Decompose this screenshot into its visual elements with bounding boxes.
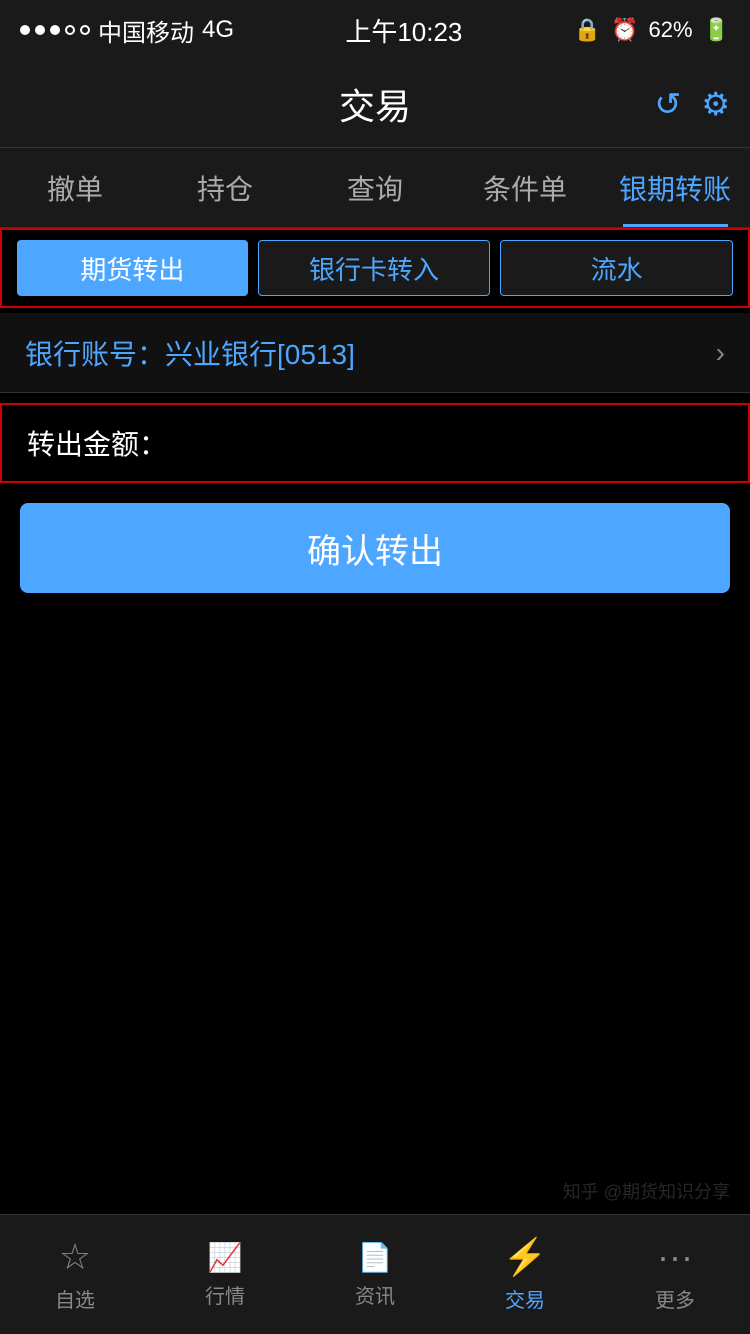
dot4 bbox=[65, 25, 75, 35]
watermark: 知乎 @期货知识分享 bbox=[563, 1178, 730, 1204]
bank-account-label: 银行账号：兴业银行[0513] bbox=[25, 333, 355, 373]
page-title: 交易 bbox=[339, 78, 411, 130]
amount-label: 转出金额： bbox=[27, 423, 167, 463]
network-label: 4G bbox=[202, 16, 234, 44]
subtab-流水[interactable]: 流水 bbox=[500, 240, 733, 296]
tab-银期转账[interactable]: 银期转账 bbox=[600, 148, 750, 227]
dot1 bbox=[20, 25, 30, 35]
news-label: 资讯 bbox=[355, 1280, 395, 1309]
alarm-icon: ⏰ bbox=[611, 17, 638, 43]
more-label: 更多 bbox=[655, 1284, 695, 1313]
title-bar: 交易 ↺ ⚙ bbox=[0, 60, 750, 148]
carrier-label: 中国移动 bbox=[98, 13, 194, 48]
tab-持仓[interactable]: 持仓 bbox=[150, 148, 300, 227]
subtab-期货转出[interactable]: 期货转出 bbox=[17, 240, 248, 296]
watchlist-label: 自选 bbox=[55, 1284, 95, 1313]
dot5 bbox=[80, 25, 90, 35]
main-content: 银行账号：兴业银行[0513] › 转出金额： 确认转出 bbox=[0, 313, 750, 593]
confirm-transfer-button[interactable]: 确认转出 bbox=[20, 503, 730, 593]
bottom-navigation: ☆ 自选 📈 行情 📄 资讯 ⚡ 交易 ··· 更多 bbox=[0, 1214, 750, 1334]
tab-撤单[interactable]: 撤单 bbox=[0, 148, 150, 227]
status-right: 🔒 ⏰ 62% 🔋 bbox=[574, 17, 730, 43]
watchlist-icon: ☆ bbox=[59, 1236, 91, 1278]
amount-input[interactable] bbox=[167, 427, 723, 459]
title-actions: ↺ ⚙ bbox=[655, 85, 731, 123]
bottom-item-更多[interactable]: ··· 更多 bbox=[600, 1215, 750, 1334]
main-nav: 撤单 持仓 查询 条件单 银期转账 bbox=[0, 148, 750, 228]
sub-tab-container: 期货转出 银行卡转入 流水 bbox=[0, 228, 750, 308]
market-icon: 📈 bbox=[208, 1241, 243, 1274]
status-bar: 中国移动 4G 上午10:23 🔒 ⏰ 62% 🔋 bbox=[0, 0, 750, 60]
status-left: 中国移动 4G bbox=[20, 13, 234, 48]
bottom-item-自选[interactable]: ☆ 自选 bbox=[0, 1215, 150, 1334]
market-label: 行情 bbox=[205, 1280, 245, 1309]
amount-row: 转出金额： bbox=[0, 403, 750, 483]
bottom-item-资讯[interactable]: 📄 资讯 bbox=[300, 1215, 450, 1334]
chevron-right-icon: › bbox=[716, 337, 725, 369]
battery-label: 62% bbox=[649, 17, 693, 43]
refresh-icon[interactable]: ↺ bbox=[655, 85, 682, 123]
settings-icon[interactable]: ⚙ bbox=[701, 85, 730, 123]
signal-dots bbox=[20, 25, 90, 35]
dot3 bbox=[50, 25, 60, 35]
battery-icon: 🔋 bbox=[703, 17, 730, 43]
tab-条件单[interactable]: 条件单 bbox=[450, 148, 600, 227]
bottom-item-行情[interactable]: 📈 行情 bbox=[150, 1215, 300, 1334]
trade-label: 交易 bbox=[505, 1284, 545, 1313]
bottom-item-交易[interactable]: ⚡ 交易 bbox=[450, 1215, 600, 1334]
more-icon: ··· bbox=[657, 1236, 693, 1278]
time-label: 上午10:23 bbox=[345, 12, 462, 49]
subtab-银行卡转入[interactable]: 银行卡转入 bbox=[258, 240, 491, 296]
bank-account-row[interactable]: 银行账号：兴业银行[0513] › bbox=[0, 313, 750, 393]
dot2 bbox=[35, 25, 45, 35]
lock-icon: 🔒 bbox=[574, 17, 601, 43]
tab-查询[interactable]: 查询 bbox=[300, 148, 450, 227]
trade-icon: ⚡ bbox=[503, 1236, 548, 1278]
news-icon: 📄 bbox=[358, 1241, 393, 1274]
